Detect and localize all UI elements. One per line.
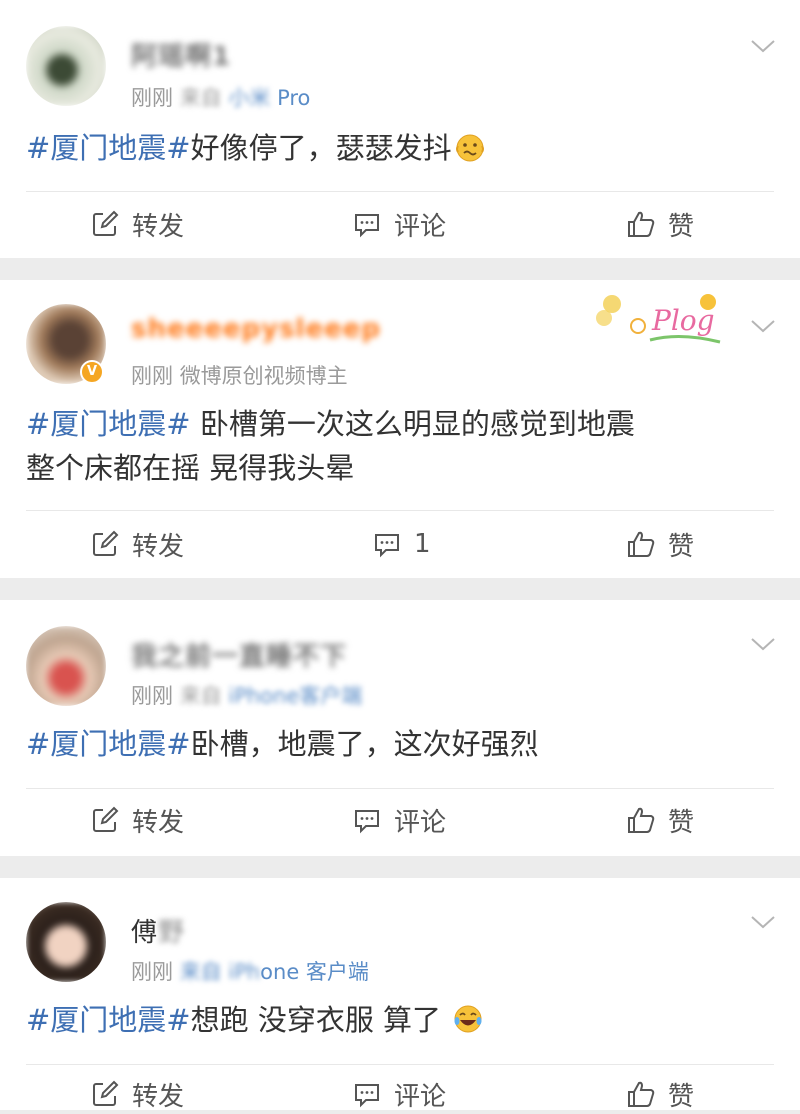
thumbs-up-icon (628, 807, 655, 833)
source-prefix: 来自 (179, 86, 222, 110)
comment-label: 评论 (394, 1081, 447, 1112)
post-meta: 刚刚 来自 小米 Pro (131, 82, 310, 112)
edit-square-icon (93, 530, 119, 556)
source-device[interactable]: iPhone客户端 (228, 684, 362, 708)
source-device[interactable]: 来自 iPh (180, 960, 260, 984)
post-content: #厦门地震# 卧槽第一次这么明显的感觉到地震 整个床都在摇 晃得我头晕 (26, 402, 766, 490)
comment-label: 评论 (394, 807, 447, 838)
post-text: 卧槽第一次这么明显的感觉到地震 (199, 407, 635, 441)
comment-bubble-icon (355, 214, 379, 238)
post-text: 好像停了，瑟瑟发抖 (190, 131, 452, 165)
post-time: 刚刚 (131, 86, 173, 110)
chevron-down-icon[interactable] (750, 914, 776, 930)
repost-label: 转发 (132, 1081, 185, 1112)
comment-button[interactable]: 评论 (352, 204, 446, 244)
comment-bubble-icon (355, 810, 379, 834)
username[interactable]: 我之前一直睡不下 (131, 636, 347, 673)
post-card[interactable]: 我之前一直睡不下 刚刚 来自 iPhone客户端 #厦门地震#卧槽，地震了，这次… (0, 600, 800, 856)
hashtag-link[interactable]: #厦门地震# (26, 131, 191, 165)
repost-button[interactable]: 转发 (90, 524, 184, 564)
post-text: 想跑 没穿衣服 算了 (190, 1003, 442, 1037)
post-meta: 刚刚 微博原创视频博主 (131, 360, 348, 390)
repost-label: 转发 (132, 211, 185, 242)
post-time: 刚刚 (131, 960, 173, 984)
post-content: #厦门地震#想跑 没穿衣服 算了 (26, 998, 766, 1042)
avatar[interactable] (26, 902, 106, 982)
post-card[interactable]: 傅野 刚刚 来自 iPhone 客户端 #厦门地震#想跑 没穿衣服 算了 转发 (0, 878, 800, 1112)
post-text: 卧槽，地震了，这次好强烈 (190, 727, 539, 761)
like-button[interactable]: 赞 (626, 1074, 694, 1114)
avatar[interactable] (26, 626, 106, 706)
shiver-emoji-icon (455, 134, 484, 162)
like-button[interactable]: 赞 (626, 204, 694, 244)
comment-button[interactable]: 1 (372, 524, 431, 564)
like-label: 赞 (668, 807, 695, 838)
comment-bubble-icon (355, 1084, 379, 1108)
username[interactable]: 阿瑶啊1 (131, 36, 231, 73)
laughing-tears-emoji-icon (454, 1005, 482, 1033)
divider (26, 191, 774, 192)
like-button[interactable]: 赞 (626, 524, 694, 564)
username-blurred: 野 (158, 918, 186, 948)
post-meta: 刚刚 来自 iPhone 客户端 (131, 956, 369, 986)
username[interactable]: sheeeepysleeep (131, 314, 381, 344)
hashtag-link[interactable]: #厦门地震# (26, 727, 191, 761)
comment-button[interactable]: 评论 (352, 1074, 446, 1114)
post-content: #厦门地震#卧槽，地震了，这次好强烈 (26, 722, 766, 766)
username[interactable]: 傅野 (131, 912, 185, 949)
like-label: 赞 (668, 211, 695, 242)
divider (26, 510, 774, 511)
source-suffix[interactable]: Pro (277, 86, 310, 110)
divider (26, 1064, 774, 1065)
edit-square-icon (93, 1080, 119, 1106)
post-content: #厦门地震#好像停了，瑟瑟发抖 (26, 126, 766, 170)
source-device[interactable]: 小米 (228, 86, 270, 110)
repost-button[interactable]: 转发 (90, 204, 184, 244)
comment-count: 1 (414, 529, 431, 559)
post-text-line2: 整个床都在摇 晃得我头晕 (26, 451, 355, 485)
username-visible: 傅 (131, 918, 159, 948)
post-card[interactable]: V sheeeepysleeep 刚刚 微博原创视频博主 Plog #厦门地震#… (0, 280, 800, 578)
divider (26, 788, 774, 789)
hashtag-link[interactable]: #厦门地震# (26, 407, 191, 441)
thumbs-up-icon (628, 1081, 655, 1107)
chevron-down-icon[interactable] (750, 318, 776, 334)
post-time: 刚刚 (131, 364, 173, 388)
thumbs-up-icon (628, 211, 655, 237)
weibo-feed: 阿瑶啊1 刚刚 来自 小米 Pro #厦门地震#好像停了，瑟瑟发抖 转发 评论 (0, 0, 800, 1112)
comment-button[interactable]: 评论 (352, 800, 446, 840)
chevron-down-icon[interactable] (750, 636, 776, 652)
like-button[interactable]: 赞 (626, 800, 694, 840)
repost-button[interactable]: 转发 (90, 1074, 184, 1114)
like-label: 赞 (668, 1081, 695, 1112)
post-time: 刚刚 (131, 684, 173, 708)
source-suffix[interactable]: one 客户端 (260, 960, 369, 984)
creator-badge[interactable]: 微博原创视频博主 (180, 364, 348, 388)
like-label: 赞 (668, 531, 695, 562)
repost-label: 转发 (132, 807, 185, 838)
plog-sticker-icon: Plog (596, 294, 721, 344)
source-prefix: 来自 (179, 684, 222, 708)
post-meta: 刚刚 来自 iPhone客户端 (131, 680, 362, 710)
edit-square-icon (93, 210, 119, 236)
hashtag-link[interactable]: #厦门地震# (26, 1003, 191, 1037)
avatar[interactable] (26, 26, 106, 106)
repost-label: 转发 (132, 531, 185, 562)
chevron-down-icon[interactable] (750, 38, 776, 54)
thumbs-up-icon (628, 531, 655, 557)
post-card[interactable]: 阿瑶啊1 刚刚 来自 小米 Pro #厦门地震#好像停了，瑟瑟发抖 转发 评论 (0, 0, 800, 258)
repost-button[interactable]: 转发 (90, 800, 184, 840)
comment-label: 评论 (394, 211, 447, 242)
edit-square-icon (93, 806, 119, 832)
comment-bubble-icon (375, 534, 399, 558)
verified-badge-icon: V (80, 360, 104, 384)
